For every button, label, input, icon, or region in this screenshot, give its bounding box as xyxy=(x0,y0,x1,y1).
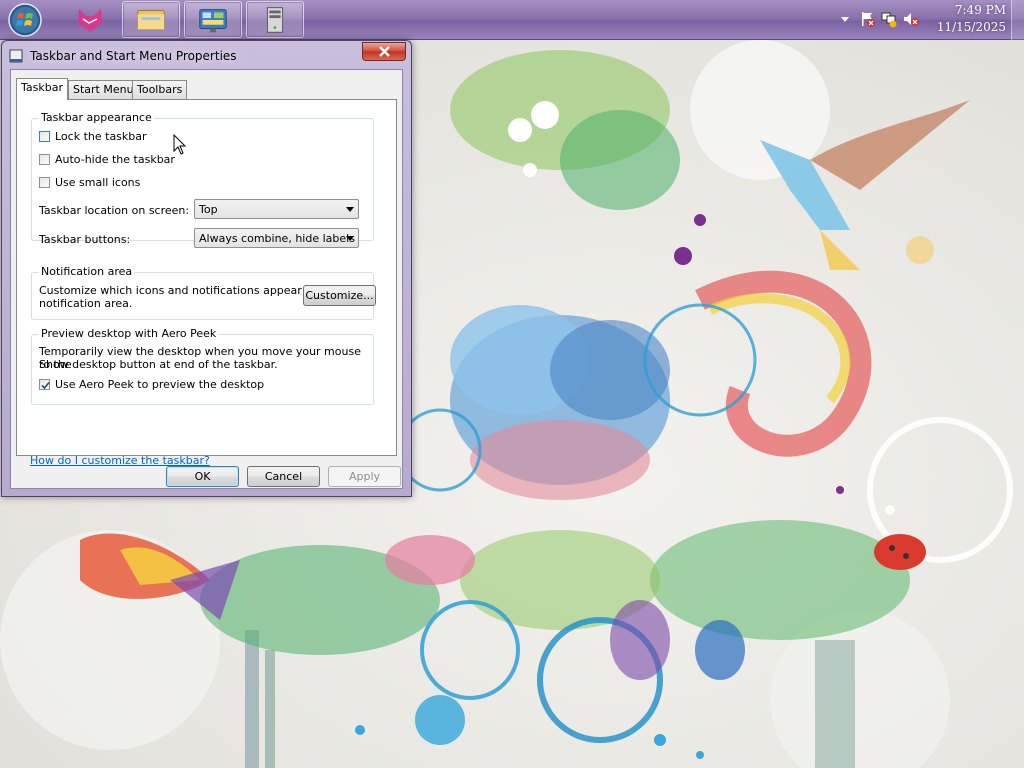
notification-description-line1: Customize which icons and notifications … xyxy=(39,284,337,297)
clock-time[interactable]: 7:49 PM xyxy=(916,3,1006,17)
ok-button[interactable]: OK xyxy=(166,466,239,487)
small-icons-label[interactable]: Use small icons xyxy=(55,176,140,189)
mouse-pointer-icon xyxy=(173,134,187,155)
network-icon[interactable] xyxy=(880,10,898,28)
taskbar-explorer[interactable] xyxy=(122,1,180,38)
taskbar-tab-panel: Taskbar appearance Lock the taskbar Auto… xyxy=(16,99,397,456)
taskbar-appearance-group: Taskbar appearance Lock the taskbar Auto… xyxy=(31,111,374,248)
taskbar-location-label: Taskbar location on screen: xyxy=(39,204,190,217)
lock-taskbar-label[interactable]: Lock the taskbar xyxy=(55,130,147,143)
control-panel-icon xyxy=(199,9,227,33)
notification-area-group: Notification area Customize which icons … xyxy=(31,265,376,320)
taskbar-fox-app[interactable] xyxy=(61,1,119,38)
action-center-flag-icon[interactable] xyxy=(858,10,876,28)
taskbar-buttons-dropdown[interactable]: Always combine, hide labels xyxy=(194,228,359,248)
clock-date[interactable]: 11/15/2025 xyxy=(916,20,1006,34)
taskbar-buttons-value: Always combine, hide labels xyxy=(199,232,355,245)
show-hidden-arrow-icon[interactable] xyxy=(836,10,854,28)
taskbar-properties-dialog: Taskbar and Start Menu Properties Taskba… xyxy=(1,40,412,497)
tab-toolbars[interactable]: Toolbars xyxy=(132,80,188,99)
close-icon xyxy=(379,46,390,57)
apply-button[interactable]: Apply xyxy=(328,466,401,487)
aero-peek-heading: Preview desktop with Aero Peek xyxy=(39,327,219,340)
chevron-down-icon xyxy=(346,236,354,241)
aero-peek-label[interactable]: Use Aero Peek to preview the desktop xyxy=(55,378,264,391)
taskbar-buttons-label: Taskbar buttons: xyxy=(39,233,131,246)
dialog-client-area: Taskbar Start Menu Toolbars Taskbar appe… xyxy=(10,69,403,489)
taskbar: 7:49 PM 11/15/2025 xyxy=(0,0,1024,40)
notification-description-line2: notification area. xyxy=(39,297,133,310)
title-bar[interactable]: Taskbar and Start Menu Properties xyxy=(2,41,411,69)
autohide-taskbar-label[interactable]: Auto-hide the taskbar xyxy=(55,153,175,166)
taskbar-control-panel[interactable] xyxy=(184,1,242,38)
tab-taskbar[interactable]: Taskbar xyxy=(16,78,68,100)
cancel-button[interactable]: Cancel xyxy=(247,466,320,487)
aero-peek-description-line2: Show desktop button at end of the taskba… xyxy=(39,358,278,371)
customize-taskbar-help-link[interactable]: How do I customize the taskbar? xyxy=(30,454,210,467)
customize-button[interactable]: Customize... xyxy=(303,285,376,306)
close-button[interactable] xyxy=(362,42,406,61)
fox-app-icon xyxy=(78,9,102,32)
start-button[interactable] xyxy=(6,2,44,38)
server-icon xyxy=(266,7,284,33)
taskbar-location-dropdown[interactable]: Top xyxy=(194,199,359,219)
lock-taskbar-checkbox[interactable] xyxy=(39,131,50,142)
taskbar-properties-icon xyxy=(9,49,23,63)
dialog-title: Taskbar and Start Menu Properties xyxy=(30,49,237,63)
aero-peek-checkbox[interactable] xyxy=(39,379,50,390)
taskbar-appearance-heading: Taskbar appearance xyxy=(39,111,154,124)
taskbar-server[interactable] xyxy=(246,1,304,38)
chevron-down-icon xyxy=(346,207,354,212)
windows-orb-icon xyxy=(8,3,42,37)
show-desktop-button[interactable] xyxy=(1011,0,1024,40)
notification-area-heading: Notification area xyxy=(39,265,135,278)
checkmark-icon xyxy=(41,381,50,390)
aero-peek-group: Preview desktop with Aero Peek Temporari… xyxy=(31,327,374,405)
autohide-taskbar-checkbox[interactable] xyxy=(39,154,50,165)
taskbar-location-value: Top xyxy=(199,203,218,216)
small-icons-checkbox[interactable] xyxy=(39,177,50,188)
explorer-icon xyxy=(137,10,165,30)
tab-start-menu[interactable]: Start Menu xyxy=(68,80,139,99)
